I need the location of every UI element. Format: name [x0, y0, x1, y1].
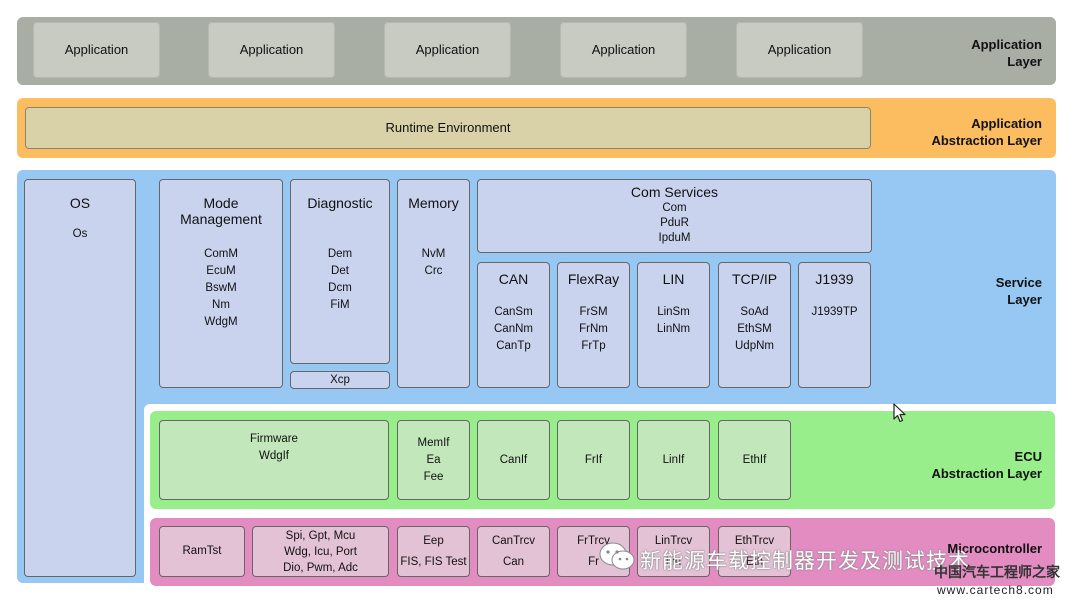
- os-item: Os: [72, 228, 88, 240]
- ecu-layer-label: ECU Abstraction Layer: [931, 449, 1042, 481]
- frif-box: FrIf: [557, 420, 630, 500]
- com-services-item: PduR: [660, 217, 689, 229]
- spi-gpt-mcu-box: Spi, Gpt, Mcu Wdg, Icu, Port Dio, Pwm, A…: [252, 526, 389, 577]
- eep-item: Eep: [423, 534, 444, 547]
- memory-title: Memory: [408, 195, 459, 211]
- application-box-1: Application: [33, 22, 160, 78]
- tcpip-item: EthSM: [737, 323, 772, 335]
- tcpip-stack-box: TCP/IP SoAd EthSM UdpNm: [718, 262, 791, 388]
- mcu-driver-item: Wdg, Icu, Port: [284, 545, 357, 558]
- flexray-title: FlexRay: [567, 271, 620, 287]
- abstraction-layer-label: Application Abstraction Layer: [931, 116, 1042, 148]
- diagnostic-item: FiM: [330, 299, 350, 311]
- watermark-text: 新能源车载控制器开发及测试技术: [640, 550, 970, 573]
- mode-management-title-1: Mode: [203, 195, 239, 211]
- lin-item: LinNm: [656, 323, 691, 335]
- lin-stack-box: LIN LinSm LinNm: [637, 262, 710, 388]
- memif-box: MemIf Ea Fee: [397, 420, 470, 500]
- firmware-box: Firmware WdgIf: [159, 420, 389, 500]
- flexray-stack-box: FlexRay FrSM FrNm FrTp: [557, 262, 630, 388]
- memory-item: NvM: [421, 248, 446, 260]
- watermark-site-name: 中国汽车工程师之家: [934, 564, 1060, 580]
- mouse-cursor-icon: [893, 403, 907, 423]
- can-item: CanSm: [494, 306, 533, 318]
- mode-item: EcuM: [206, 265, 236, 277]
- os-title: OS: [69, 195, 91, 211]
- service-layer-label: Service Layer: [995, 275, 1042, 307]
- application-box-5: Application: [736, 22, 863, 78]
- mode-management-title-2: Management: [180, 211, 262, 227]
- j1939-title: J1939: [815, 271, 854, 287]
- tcpip-item: SoAd: [740, 306, 769, 318]
- os-box: OS Os: [24, 179, 136, 577]
- diagnostic-item: Dem: [327, 248, 353, 260]
- application-layer-label: Application Layer: [971, 37, 1042, 69]
- can-driver-item: Can: [502, 555, 525, 568]
- can-driver-item: CanTrcv: [491, 534, 536, 547]
- can-stack-box: CAN CanSm CanNm CanTp: [477, 262, 550, 388]
- diagnostic-item: Det: [331, 265, 349, 277]
- mode-item: WdgM: [204, 316, 238, 328]
- linif-box: LinIf: [637, 420, 710, 500]
- application-box-2: Application: [208, 22, 335, 78]
- memory-item: Crc: [424, 265, 443, 277]
- eep-item: FIS, FIS Test: [400, 555, 467, 568]
- lin-title: LIN: [662, 271, 685, 287]
- memif-item: MemIf: [417, 436, 450, 449]
- mcu-driver-item: Spi, Gpt, Mcu: [285, 529, 356, 542]
- wechat-icon: [598, 541, 636, 573]
- watermark-url: www.cartech8.com: [937, 583, 1054, 597]
- firmware-item: WdgIf: [258, 450, 290, 462]
- ethif-box: EthIf: [718, 420, 791, 500]
- memif-item: Fee: [423, 470, 444, 483]
- tcpip-item: UdpNm: [735, 340, 774, 352]
- can-item: CanTp: [496, 340, 531, 352]
- memory-box: Memory NvM Crc: [397, 179, 470, 388]
- can-driver-box: CanTrcv Can: [477, 526, 550, 577]
- com-services-item: Com: [662, 202, 687, 214]
- j1939-stack-box: J1939 J1939TP: [798, 262, 871, 388]
- mode-item: Nm: [212, 299, 230, 311]
- com-services-box: Com Services Com PduR IpduM: [477, 179, 872, 253]
- mcu-driver-item: Dio, Pwm, Adc: [283, 561, 358, 574]
- canif-box: CanIf: [477, 420, 550, 500]
- diagnostic-box: Diagnostic Dem Det Dcm FiM: [290, 179, 390, 364]
- tcpip-title: TCP/IP: [731, 271, 778, 287]
- lin-item: LinSm: [657, 306, 690, 318]
- firmware-title: Firmware: [250, 433, 298, 445]
- com-services-title: Com Services: [630, 184, 719, 200]
- can-item: CanNm: [494, 323, 533, 335]
- ramtst-box: RamTst: [159, 526, 245, 577]
- j1939-item: J1939TP: [811, 306, 858, 318]
- mode-management-box: Mode Management ComM EcuM BswM Nm WdgM: [159, 179, 283, 388]
- runtime-environment-box: Runtime Environment: [25, 107, 871, 149]
- mode-item: ComM: [204, 248, 238, 260]
- diagnostic-item: Dcm: [328, 282, 352, 294]
- mode-item: BswM: [205, 282, 237, 294]
- can-title: CAN: [498, 271, 529, 287]
- application-box-4: Application: [560, 22, 687, 78]
- application-box-3: Application: [384, 22, 511, 78]
- flexray-item: FrTp: [581, 340, 606, 352]
- flexray-item: FrSM: [579, 306, 608, 318]
- flexray-item: FrNm: [579, 323, 608, 335]
- xcp-box: Xcp: [290, 371, 390, 389]
- diagnostic-title: Diagnostic: [307, 195, 373, 211]
- memif-item: Ea: [426, 453, 441, 466]
- eep-box: Eep FIS, FIS Test: [397, 526, 470, 577]
- com-services-item: IpduM: [658, 232, 691, 244]
